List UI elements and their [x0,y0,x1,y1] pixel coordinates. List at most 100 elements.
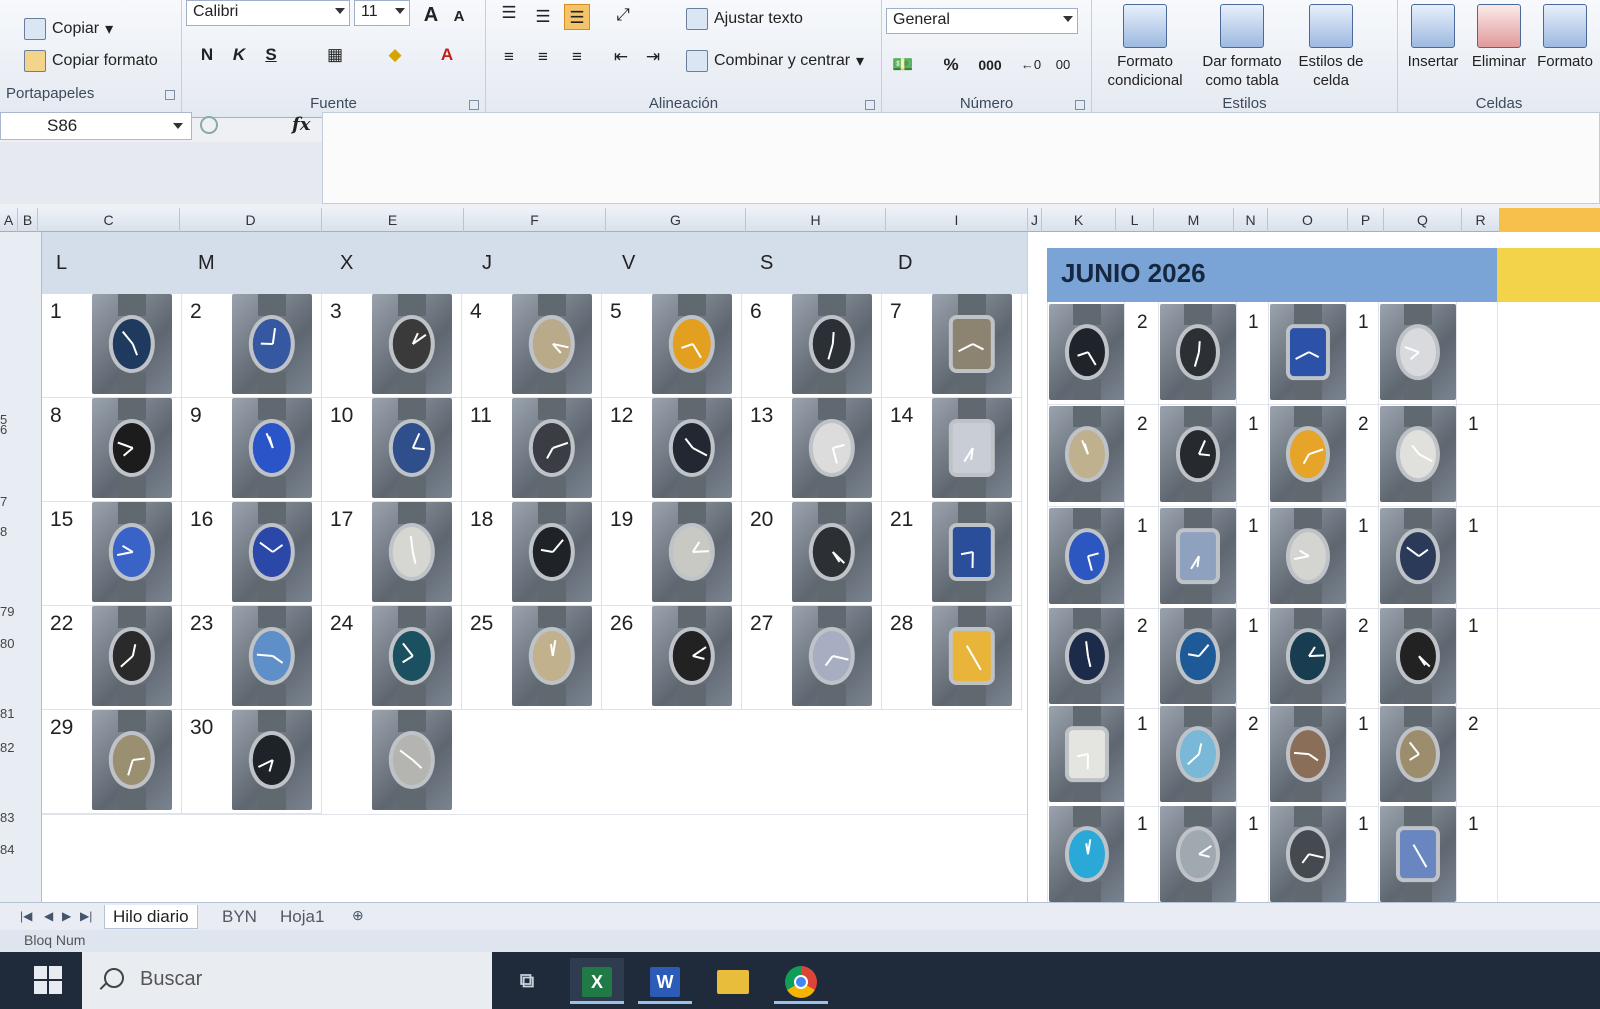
increase-decimal-icon[interactable]: ←0 [1018,52,1044,78]
calendar-day-cell[interactable]: 10 [322,398,462,502]
calendar-day-cell[interactable]: 3 [322,294,462,398]
name-box[interactable]: S86 [0,112,192,140]
calendar-day-cell[interactable]: 27 [742,606,882,710]
calendar-day-cell[interactable]: 8 [42,398,182,502]
sheet-tab-hilo-diario[interactable]: Hilo diario [104,905,198,929]
font-color-icon[interactable]: A [434,42,460,68]
format-as-table-button[interactable]: Dar formato como tabla [1194,4,1290,90]
worksheet[interactable]: LMXJVSD 1 2 3 4 5 6 7 8 9 10 11 12 13 14 15 16 17 18 19 20 2… [42,232,1600,902]
column-header[interactable]: O [1268,208,1348,232]
copy-button[interactable]: Copiar ▾ [24,18,113,40]
currency-icon[interactable]: 💵 [890,52,916,78]
column-header[interactable]: C [38,208,180,232]
calendar-day-cell[interactable]: 15 [42,502,182,606]
calendar-day-cell[interactable]: 19 [602,502,742,606]
row-header[interactable]: 7 [0,494,40,509]
column-header[interactable]: Q [1384,208,1462,232]
next-sheet-icon[interactable]: ▶ [62,909,71,923]
font-dialog-launcher[interactable] [469,100,479,110]
column-header[interactable]: L [1116,208,1154,232]
calendar-day-cell[interactable]: 13 [742,398,882,502]
font-family-select[interactable]: Calibri [186,0,350,26]
column-header[interactable]: P [1348,208,1384,232]
align-bottom-icon[interactable]: ☰ [564,4,590,30]
insert-button[interactable]: Insertar [1402,4,1464,71]
orientation-icon[interactable]: ⤢ [610,2,636,28]
sheet-tab-hoja1[interactable]: Hoja1 [272,905,332,929]
calendar-day-cell[interactable]: 24 [322,606,462,710]
format-button[interactable]: Formato [1534,4,1596,71]
row-header[interactable]: 79 [0,604,40,619]
calendar-day-cell[interactable]: 5 [602,294,742,398]
column-header[interactable]: K [1042,208,1116,232]
row-header[interactable]: 81 [0,706,40,721]
insert-function-button[interactable]: fx [292,114,310,135]
chrome-icon[interactable] [774,958,828,1004]
bold-button[interactable]: N [194,42,220,68]
column-header[interactable]: N [1234,208,1268,232]
prev-sheet-icon[interactable]: ◀ [44,909,53,923]
calendar-day-cell[interactable]: 25 [462,606,602,710]
fill-color-icon[interactable]: ◆ [382,42,408,68]
underline-button[interactable]: S [258,42,284,68]
calendar-day-cell[interactable]: 22 [42,606,182,710]
calendar-day-cell[interactable]: 2 [182,294,322,398]
thousands-button[interactable]: 000 [972,52,1008,78]
first-sheet-icon[interactable]: |◀ [20,909,32,923]
row-header[interactable]: 80 [0,636,40,651]
taskbar-search[interactable]: Buscar [82,952,492,1009]
calendar-day-cell[interactable]: 21 [882,502,1022,606]
expand-formula-icon[interactable] [200,116,218,134]
calendar-day-cell[interactable]: 12 [602,398,742,502]
font-size-select[interactable]: 11 [354,0,410,26]
percent-button[interactable]: % [938,52,964,78]
shrink-font-button[interactable]: A [446,4,472,30]
borders-icon[interactable]: ▦ [322,42,348,68]
number-format-select[interactable]: General [886,8,1078,34]
calendar-day-cell[interactable]: 16 [182,502,322,606]
file-explorer-icon[interactable] [706,958,760,1004]
cell-styles-button[interactable]: Estilos de celda [1292,4,1370,90]
formula-input[interactable] [322,112,1600,204]
new-sheet-icon[interactable]: ⊕ [352,907,364,924]
calendar-day-cell[interactable]: 28 [882,606,1022,710]
merge-center-button[interactable]: Combinar y centrar ▾ [686,50,864,72]
decrease-decimal-icon[interactable]: 00 [1050,52,1076,78]
alignment-dialog-launcher[interactable] [865,100,875,110]
calendar-day-cell[interactable]: 14 [882,398,1022,502]
word-icon[interactable]: W [638,958,692,1004]
calendar-day-cell[interactable]: 1 [42,294,182,398]
excel-icon[interactable]: X [570,958,624,1004]
align-right-icon[interactable]: ≡ [564,44,590,70]
decrease-indent-icon[interactable]: ⇤ [608,44,634,70]
align-center-icon[interactable]: ≡ [530,44,556,70]
calendar-day-cell[interactable]: 30 [182,710,322,814]
calendar-day-cell[interactable]: 6 [742,294,882,398]
increase-indent-icon[interactable]: ⇥ [640,44,666,70]
row-header[interactable]: 8 [0,524,40,539]
align-middle-icon[interactable]: ☰ [530,4,556,30]
column-header[interactable]: A [0,208,18,232]
calendar-day-cell[interactable]: 9 [182,398,322,502]
column-header[interactable]: B [18,208,38,232]
column-header[interactable]: R [1462,208,1500,232]
calendar-day-cell[interactable]: 18 [462,502,602,606]
calendar-day-cell[interactable]: 29 [42,710,182,814]
wrap-text-button[interactable]: Ajustar texto [686,8,803,30]
highlight-cell[interactable] [1497,248,1600,302]
last-sheet-icon[interactable]: ▶| [80,909,92,923]
clipboard-dialog-launcher[interactable] [165,90,175,100]
task-view-icon[interactable]: ⧉ [500,958,554,1004]
column-header[interactable]: F [464,208,606,232]
conditional-format-button[interactable]: Formato condicional [1098,4,1192,90]
format-painter-button[interactable]: Copiar formato [24,50,158,72]
italic-button[interactable]: K [226,42,252,68]
sheet-tab-byn[interactable]: BYN [214,905,265,929]
row-header[interactable]: 84 [0,842,40,857]
column-header[interactable]: H [746,208,886,232]
calendar-day-cell[interactable]: 11 [462,398,602,502]
calendar-day-cell[interactable]: 17 [322,502,462,606]
delete-button[interactable]: Eliminar [1466,4,1532,71]
windows-start-icon[interactable] [34,966,64,996]
number-dialog-launcher[interactable] [1075,100,1085,110]
